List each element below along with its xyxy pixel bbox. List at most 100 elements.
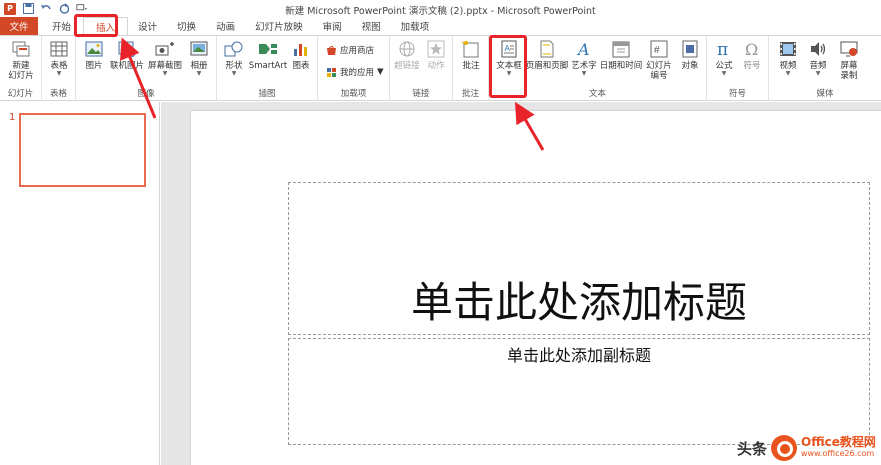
my-apps-button[interactable]: 我的应用 ▼ — [326, 66, 384, 78]
equation-button[interactable]: π 公式 ▼ — [711, 39, 737, 77]
my-apps-label: 我的应用 — [340, 68, 375, 78]
my-apps-icon — [327, 67, 336, 77]
chevron-down-icon: ▼ — [162, 70, 168, 77]
chart-icon — [291, 39, 311, 59]
customize-icon[interactable] — [76, 3, 88, 15]
picture-button[interactable]: 图片 — [82, 39, 106, 71]
chevron-down-icon: ▼ — [196, 70, 202, 77]
date-time-button[interactable]: 日期和时间 — [599, 39, 643, 71]
screenshot-icon — [155, 39, 175, 59]
tab-animations[interactable]: 动画 — [206, 17, 245, 35]
group-links: 超链接 动作 链接 — [390, 36, 453, 101]
tab-transitions[interactable]: 切换 — [167, 17, 206, 35]
tab-file[interactable]: 文件 — [0, 17, 38, 35]
chart-label: 图表 — [292, 61, 310, 71]
header-footer-icon — [537, 39, 557, 59]
watermark: 头条 Office教程网 www.office26.com — [731, 431, 881, 465]
smartart-button[interactable]: SmartArt — [248, 39, 288, 71]
video-button[interactable]: 视频 ▼ — [775, 39, 801, 77]
chevron-down-icon: ▼ — [785, 70, 791, 77]
group-slides-label: 幻灯片 — [7, 89, 34, 99]
group-illustrations: 形状 ▼ SmartArt 图表 插图 — [217, 36, 318, 101]
group-comments: 批注 批注 — [453, 36, 489, 101]
slide-canvas[interactable]: 单击此处添加标题 单击此处添加副标题 — [191, 111, 881, 465]
group-text: A 文本框 ▼ 页眉和页脚 A 艺术字 ▼ 日期和时间 # 幻灯片 编号 对象 … — [489, 36, 707, 101]
watermark-brand: Office教程网 — [801, 435, 876, 449]
chevron-down-icon: ▼ — [721, 70, 727, 77]
object-icon — [680, 39, 700, 59]
textbox-icon: A — [499, 39, 519, 59]
store-icon — [327, 45, 336, 55]
hyperlink-button[interactable]: 超链接 — [392, 39, 422, 71]
group-addins-label: 加载项 — [340, 89, 367, 99]
textbox-button[interactable]: A 文本框 ▼ — [493, 39, 525, 77]
screen-recording-icon — [839, 39, 859, 59]
audio-button[interactable]: 音频 ▼ — [805, 39, 831, 77]
screenshot-button[interactable]: 屏幕截图 ▼ — [146, 39, 184, 77]
screen-record-label: 屏幕 录制 — [840, 61, 858, 81]
hyperlink-icon — [397, 39, 417, 59]
group-images: 图片 联机图片 屏幕截图 ▼ 相册 ▼ 图像 — [76, 36, 217, 101]
group-symbols-label: 符号 — [728, 89, 746, 99]
smartart-label: SmartArt — [248, 61, 288, 71]
chevron-down-icon: ▼ — [581, 70, 587, 77]
film-video-icon — [778, 39, 798, 59]
chart-button[interactable]: 图表 — [289, 39, 313, 71]
tab-view[interactable]: 视图 — [352, 17, 391, 35]
save-icon[interactable] — [22, 3, 34, 15]
tab-design[interactable]: 设计 — [128, 17, 167, 35]
comment-button[interactable]: 批注 — [459, 39, 483, 71]
wordart-icon: A — [574, 39, 594, 59]
ribbon-insert: 新建 幻灯片 幻灯片 表格 ▼ 表格 图片 联机图片 屏幕截图 ▼ 相册 ▼ 图… — [0, 35, 881, 101]
screen-record-button[interactable]: 屏幕 录制 — [835, 39, 863, 81]
group-illustrations-label: 插图 — [258, 89, 276, 99]
online-pictures-icon — [117, 39, 137, 59]
chevron-down-icon: ▼ — [56, 70, 62, 77]
group-links-label: 链接 — [412, 89, 430, 99]
group-tables-label: 表格 — [49, 89, 67, 99]
symbol-button[interactable]: Ω 符号 — [739, 39, 765, 71]
tab-review[interactable]: 审阅 — [313, 17, 352, 35]
tab-home[interactable]: 开始 — [38, 17, 83, 35]
subtitle-placeholder[interactable]: 单击此处添加副标题 — [288, 338, 870, 445]
header-footer-button[interactable]: 页眉和页脚 — [525, 39, 569, 71]
table-button[interactable]: 表格 ▼ — [47, 39, 71, 77]
new-slide-button[interactable]: 新建 幻灯片 — [6, 39, 36, 81]
new-slide-label: 新建 幻灯片 — [8, 61, 34, 81]
tab-slideshow[interactable]: 幻灯片放映 — [245, 17, 313, 35]
undo-icon[interactable] — [40, 3, 52, 15]
action-label: 动作 — [427, 61, 445, 71]
group-tables: 表格 ▼ 表格 — [42, 36, 76, 101]
wordart-button[interactable]: A 艺术字 ▼ — [569, 39, 599, 77]
tab-insert[interactable]: 插入 — [83, 17, 129, 35]
online-pictures-button[interactable]: 联机图片 — [110, 39, 144, 71]
slide-number-button[interactable]: # 幻灯片 编号 — [643, 39, 675, 81]
album-button[interactable]: 相册 ▼ — [186, 39, 212, 77]
object-button[interactable]: 对象 — [677, 39, 703, 71]
new-comment-icon — [461, 39, 481, 59]
omega-symbol-icon: Ω — [742, 39, 762, 59]
online-pictures-label: 联机图片 — [110, 61, 145, 71]
slide-number-label: 幻灯片 编号 — [646, 61, 672, 81]
group-media-label: 媒体 — [816, 89, 834, 99]
shapes-button[interactable]: 形状 ▼ — [221, 39, 247, 77]
tab-addins[interactable]: 加载项 — [391, 17, 440, 35]
group-images-label: 图像 — [137, 89, 155, 99]
redo-icon[interactable] — [58, 3, 70, 15]
svg-text:#: # — [654, 45, 660, 56]
slide-thumb-number: 1 — [9, 112, 16, 123]
store-button[interactable]: 应用商店 — [326, 44, 374, 56]
slide-thumbnails-pane: 1 — [0, 102, 160, 465]
picture-label: 图片 — [85, 61, 103, 71]
speaker-audio-icon — [808, 39, 828, 59]
group-text-label: 文本 — [588, 89, 606, 99]
comment-label: 批注 — [462, 61, 480, 71]
powerpoint-logo-icon: P — [4, 2, 16, 15]
symbol-label: 符号 — [743, 61, 761, 71]
svg-text:π: π — [717, 40, 728, 58]
slide-thumbnail[interactable] — [19, 113, 146, 187]
title-placeholder[interactable]: 单击此处添加标题 — [288, 182, 870, 335]
action-button[interactable]: 动作 — [424, 39, 448, 71]
new-slide-icon — [11, 39, 31, 59]
watermark-text: Office教程网 www.office26.com — [801, 436, 876, 460]
